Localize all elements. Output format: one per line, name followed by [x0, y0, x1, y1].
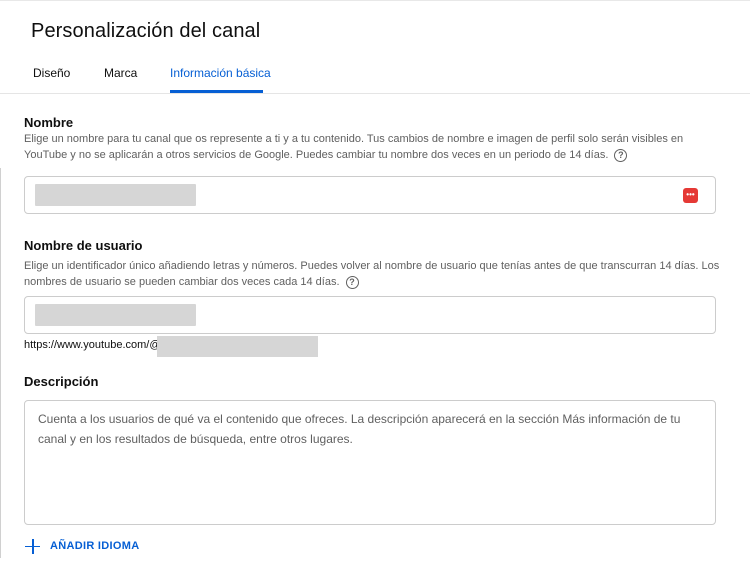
help-circle-icon[interactable]: ? [345, 275, 359, 289]
description-section-title: Descripción [24, 374, 99, 389]
page-title: Personalización del canal [31, 20, 261, 42]
tab-informacion-basica[interactable]: Información básica [170, 66, 271, 93]
add-language-button[interactable]: AÑADIR IDIOMA [24, 536, 139, 556]
help-circle-icon[interactable]: ? [614, 148, 628, 162]
username-section-title: Nombre de usuario [24, 238, 143, 253]
page-header: Personalización del canal Diseño Marca I… [0, 0, 750, 94]
redacted-channel-handle [157, 336, 318, 357]
active-tab-indicator [170, 90, 263, 93]
password-manager-icon[interactable]: ••• [683, 188, 698, 203]
username-section-description: Elige un identificador único añadiendo l… [24, 258, 720, 290]
name-section-description: Elige un nombre para tu canal que os rep… [24, 131, 720, 163]
tab-marca[interactable]: Marca [104, 66, 137, 93]
redacted-name-value [35, 184, 196, 206]
add-language-label: AÑADIR IDIOMA [50, 540, 140, 552]
description-textarea[interactable]: Cuenta a los usuarios de qué va el conte… [24, 400, 716, 525]
channel-name-input[interactable]: ••• [24, 176, 716, 214]
plus-icon [24, 538, 41, 555]
tab-diseno[interactable]: Diseño [33, 66, 70, 93]
username-description-text: Elige un identificador único añadiendo l… [24, 260, 720, 288]
name-description-text: Elige un nombre para tu canal que os rep… [24, 133, 684, 161]
left-edge-divider [0, 168, 1, 558]
redacted-username-value [35, 304, 196, 326]
name-section-title: Nombre [24, 115, 74, 130]
channel-url-prefix: https://www.youtube.com/@ [24, 339, 161, 351]
username-input[interactable] [24, 296, 716, 334]
